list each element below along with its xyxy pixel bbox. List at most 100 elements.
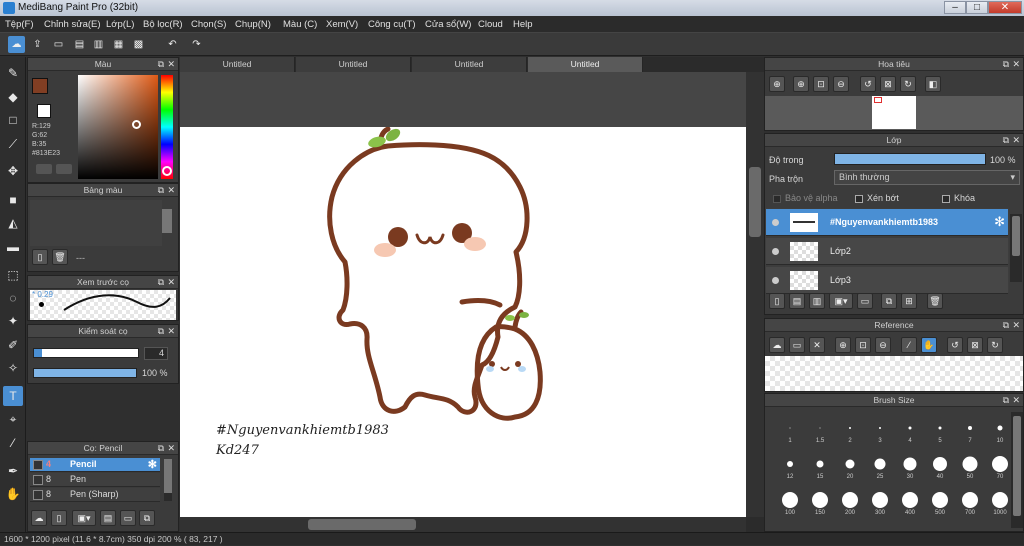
menu-filter[interactable]: Bộ lọc(R) — [143, 19, 183, 30]
maximize-button[interactable]: □ — [966, 1, 988, 14]
close-icon[interactable]: ✕ — [167, 184, 175, 197]
close-icon[interactable]: ✕ — [167, 325, 175, 338]
brush-icon[interactable]: ✎ — [3, 63, 23, 83]
new-halftone-layer-icon[interactable]: ▤ — [789, 293, 805, 309]
rectangle-icon[interactable]: □ — [3, 110, 23, 130]
rotate-left-icon[interactable]: ↺ — [860, 76, 876, 92]
cloud-brush-icon[interactable]: ☁ — [31, 510, 47, 526]
redo-icon[interactable]: ↷ — [188, 36, 205, 53]
zoom-out-icon[interactable]: ⊖ — [833, 76, 849, 92]
open-file-icon[interactable]: ▭ — [789, 337, 805, 353]
layer-list-scrollbar[interactable] — [1010, 214, 1022, 282]
eye-icon[interactable] — [772, 219, 779, 226]
close-icon[interactable]: ✕ — [167, 442, 175, 455]
rotate-right-icon[interactable]: ↻ — [900, 76, 916, 92]
rotate-right-icon[interactable]: ↻ — [987, 337, 1003, 353]
menu-file[interactable]: Tệp(F) — [5, 19, 34, 30]
lock-checkbox[interactable]: Khóa — [942, 193, 975, 203]
layer-item-3[interactable]: Lớp3 — [766, 267, 1008, 294]
vertical-scroll-thumb[interactable] — [749, 167, 761, 237]
undock-icon[interactable]: ⧉ — [158, 325, 164, 338]
brush-item-pen-sharp[interactable]: 8 Pen (Sharp) — [30, 488, 160, 502]
reset-rotate-icon[interactable]: ⊠ — [967, 337, 983, 353]
brush-size-option[interactable]: 3 — [865, 414, 895, 444]
gear-icon[interactable]: ✻ — [148, 458, 157, 471]
color-picker-cursor[interactable] — [132, 120, 141, 129]
tab-untitled-4[interactable]: Untitled — [528, 57, 643, 72]
gear-icon[interactable]: ✻ — [994, 214, 1005, 230]
horizontal-scroll-thumb[interactable] — [308, 519, 416, 530]
canvas-paper[interactable]: #Nguyenvankhiemtb1983 Kd247 — [180, 127, 746, 517]
text-icon[interactable]: T — [3, 386, 23, 406]
brush-settings-icon[interactable]: ▤ — [100, 510, 116, 526]
brush-size-option[interactable]: 300 — [865, 486, 895, 516]
select-pen-icon[interactable]: ✐ — [3, 335, 23, 355]
zoom-out-icon[interactable]: ⊖ — [875, 337, 891, 353]
undock-icon[interactable]: ⧉ — [158, 58, 164, 71]
close-icon[interactable]: ✕ — [1012, 134, 1020, 147]
zoom-in-2-icon[interactable]: ⊕ — [793, 76, 809, 92]
brush-size-option[interactable]: 1.5 — [805, 414, 835, 444]
tab-untitled-2[interactable]: Untitled — [296, 57, 411, 72]
menu-window[interactable]: Cửa sổ(W) — [425, 19, 471, 30]
layer-item-1[interactable]: #Nguyenvankhiemtb1983 ✻ — [766, 209, 1008, 236]
select-eraser-icon[interactable]: ✧ — [3, 358, 23, 378]
hand-icon[interactable]: ✋ — [921, 337, 937, 353]
sub-color-swatch[interactable] — [37, 104, 51, 118]
brush-item-pen[interactable]: 8 Pen — [30, 473, 160, 487]
reset-rotate-icon[interactable]: ⊠ — [880, 76, 896, 92]
menu-select[interactable]: Chọn(S) — [191, 19, 226, 30]
menu-edit[interactable]: Chỉnh sửa(E) — [44, 19, 101, 30]
duplicate-icon[interactable]: ⧉ — [139, 510, 155, 526]
brush-size-option[interactable]: 100 — [775, 486, 805, 516]
reference-canvas[interactable] — [765, 356, 1023, 391]
operation-icon[interactable]: ⌖ — [3, 409, 23, 429]
minimize-button[interactable]: – — [944, 1, 966, 14]
hue-slider[interactable] — [161, 75, 173, 179]
lasso-icon[interactable]: ◌ — [3, 288, 23, 308]
line-icon[interactable]: ⟋ — [3, 134, 23, 154]
eyedropper-icon[interactable]: ⁄ — [3, 433, 23, 453]
menu-tools[interactable]: Công cụ(T) — [368, 19, 416, 30]
page-icon[interactable]: ▥ — [90, 36, 107, 53]
brush-size-option[interactable]: 25 — [865, 450, 895, 480]
canvas-vertical-scrollbar[interactable] — [746, 72, 764, 517]
fill-rect-icon[interactable]: ■ — [3, 190, 23, 210]
layer-item-2[interactable]: Lớp2 — [766, 238, 1008, 265]
eye-icon[interactable] — [772, 277, 779, 284]
brush-size-option[interactable]: 15 — [805, 450, 835, 480]
close-icon[interactable]: ✕ — [167, 276, 175, 289]
main-color-swatch[interactable] — [32, 78, 48, 94]
zoom-in-icon[interactable]: ⊕ — [835, 337, 851, 353]
menu-color[interactable]: Màu (C) — [283, 19, 317, 30]
eye-icon[interactable] — [772, 248, 779, 255]
palette-scrollbar[interactable] — [162, 209, 172, 233]
brush-size-option[interactable]: 20 — [835, 450, 865, 480]
brush-size-option[interactable]: 40 — [925, 450, 955, 480]
close-icon[interactable]: ✕ — [1012, 319, 1020, 332]
saturation-value-picker[interactable] — [78, 75, 158, 179]
move-icon[interactable]: ✥ — [3, 161, 23, 181]
close-button[interactable]: ✕ — [988, 1, 1022, 14]
blend-mode-select[interactable]: Bình thường ▾ — [834, 170, 1020, 185]
protect-alpha-checkbox[interactable]: Bảo vệ alpha — [773, 193, 838, 203]
navigator-viewport-box[interactable] — [874, 97, 882, 103]
gradient-icon[interactable]: ▬ — [3, 237, 23, 257]
select-icon[interactable]: ⬚ — [3, 265, 23, 285]
brush-size-option[interactable]: 7 — [955, 414, 985, 444]
folder-icon[interactable]: ▭ — [857, 293, 873, 309]
menu-view[interactable]: Xem(V) — [326, 19, 358, 30]
trash-icon[interactable]: 🗑 — [52, 249, 68, 265]
fit-icon[interactable]: ⊡ — [855, 337, 871, 353]
brush-size-option[interactable]: 200 — [835, 486, 865, 516]
fill-icon[interactable]: ◭ — [3, 213, 23, 233]
duplicate-layer-icon[interactable]: ⧉ — [881, 293, 897, 309]
canvas-horizontal-scrollbar[interactable] — [180, 517, 746, 532]
color-swap-button[interactable] — [56, 164, 72, 174]
new-8bit-layer-icon[interactable]: ▥ — [809, 293, 825, 309]
add-brush-icon[interactable]: ▣▾ — [72, 510, 96, 526]
undo-icon[interactable]: ↶ — [164, 36, 181, 53]
tab-untitled-1[interactable]: Untitled — [180, 57, 295, 72]
rotate-left-icon[interactable]: ↺ — [947, 337, 963, 353]
brush-size-option[interactable]: 500 — [925, 486, 955, 516]
